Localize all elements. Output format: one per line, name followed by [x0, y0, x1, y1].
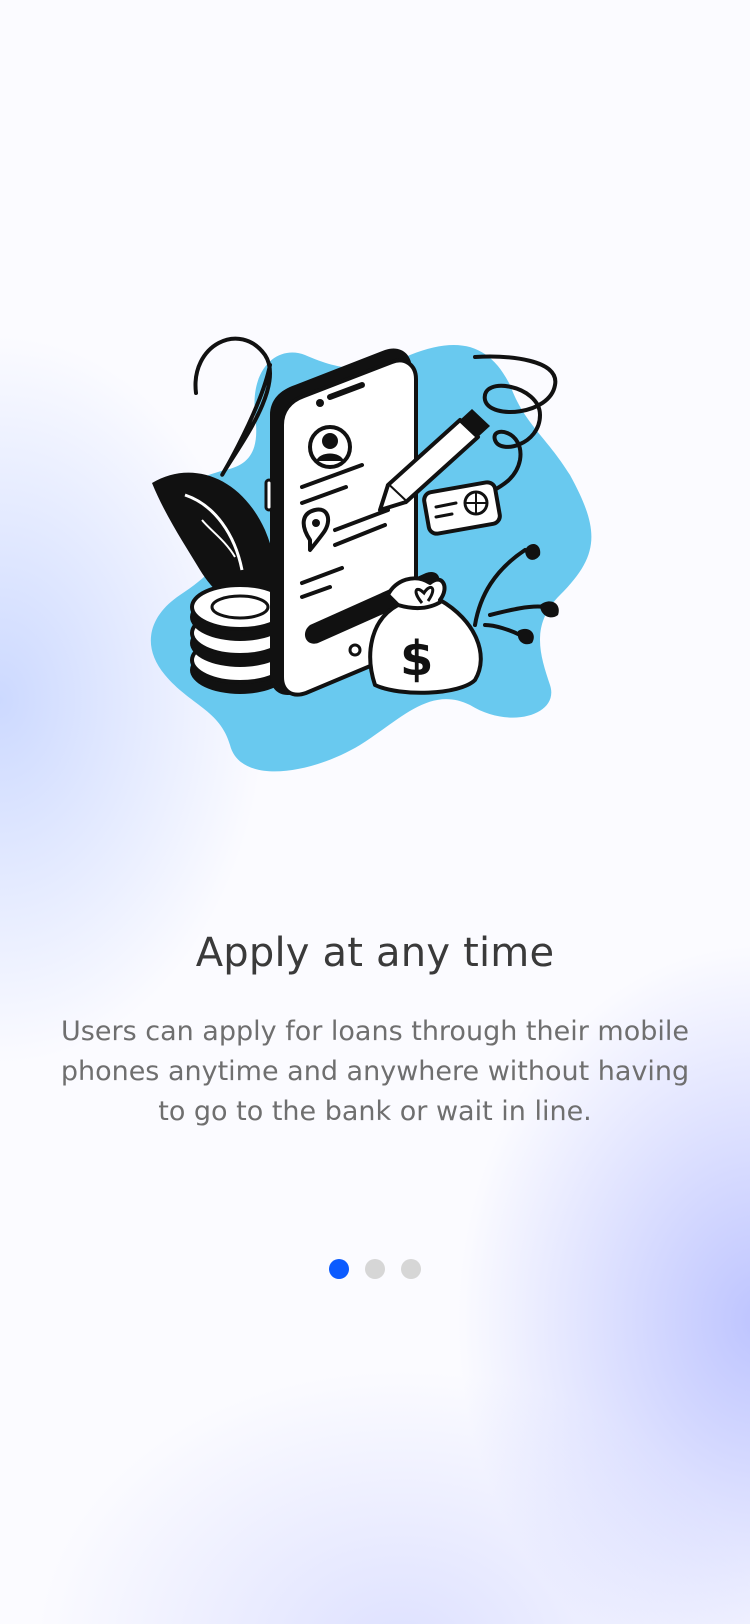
pagination-dot-2[interactable]: [365, 1259, 385, 1279]
pagination-dot-3[interactable]: [401, 1259, 421, 1279]
page-title: Apply at any time: [195, 930, 555, 976]
svg-text:$: $: [400, 631, 433, 687]
pagination-dots: [0, 1259, 750, 1279]
onboarding-screen: $ Apply at any time Users can apply for …: [0, 0, 750, 1624]
pagination-dot-1[interactable]: [329, 1259, 349, 1279]
page-description: Users can apply for loans through their …: [60, 1016, 690, 1127]
loan-application-illustration: $: [130, 325, 620, 795]
loan-application-icon: $: [150, 336, 592, 772]
